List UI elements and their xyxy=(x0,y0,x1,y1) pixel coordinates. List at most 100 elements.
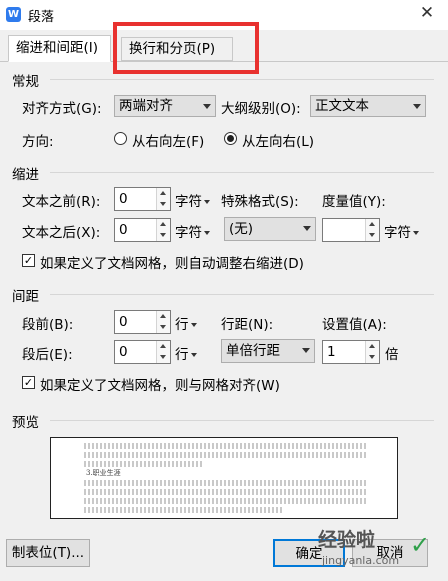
direction-label: 方向: xyxy=(22,134,54,150)
space-before-label: 段前(B): xyxy=(22,317,74,333)
unit-text: 行 xyxy=(175,347,189,363)
spacing-heading: 间距 xyxy=(12,289,39,305)
spinner-buttons[interactable] xyxy=(156,219,170,241)
arrow-down-icon[interactable] xyxy=(369,233,375,237)
general-divider xyxy=(50,79,434,80)
special-format-value: (无) xyxy=(229,221,254,237)
arrow-up-icon[interactable] xyxy=(369,344,375,348)
special-format-label: 特殊格式(S): xyxy=(221,194,299,210)
arrow-down-icon[interactable] xyxy=(160,202,166,206)
space-after-label: 段后(E): xyxy=(22,347,73,363)
outline-level-label: 大纲级别(O): xyxy=(221,101,301,117)
arrow-up-icon[interactable] xyxy=(160,344,166,348)
measure-spinner[interactable] xyxy=(322,218,380,242)
unit-text: 字符 xyxy=(175,225,202,241)
unit-text: 字符 xyxy=(384,225,411,241)
unit-text: 行 xyxy=(175,317,189,333)
chevron-down-icon xyxy=(302,348,310,353)
rtl-radio[interactable] xyxy=(114,132,127,145)
line-spacing-select[interactable]: 单倍行距 xyxy=(221,339,315,363)
chevron-down-icon xyxy=(413,104,421,109)
line-spacing-label: 行距(N): xyxy=(221,317,274,333)
arrow-up-icon[interactable] xyxy=(160,314,166,318)
spacing-grid-checkbox[interactable]: ✓ xyxy=(22,376,35,389)
outline-level-select[interactable]: 正文文本 xyxy=(310,95,426,117)
ltr-label[interactable]: 从左向右(L) xyxy=(242,130,314,150)
watermark-url: jingyanla.com xyxy=(322,554,400,567)
arrow-up-icon[interactable] xyxy=(160,222,166,226)
indent-grid-checkbox[interactable]: ✓ xyxy=(22,254,35,267)
preview-text-line xyxy=(84,489,366,495)
arrow-down-icon[interactable] xyxy=(160,233,166,237)
ltr-radio[interactable] xyxy=(224,132,237,145)
chevron-down-icon xyxy=(203,104,211,109)
preview-sample-heading: 3.职业生涯 xyxy=(86,469,121,477)
chevron-down-icon xyxy=(190,323,197,327)
preview-box: 3.职业生涯 xyxy=(50,437,398,519)
chevron-down-icon xyxy=(204,231,210,235)
window-title: 段落 xyxy=(28,10,55,25)
tabs-button[interactable]: 制表位(T)... xyxy=(6,539,90,567)
space-before-spinner[interactable]: 0 xyxy=(114,310,171,334)
alignment-label: 对齐方式(G): xyxy=(22,101,102,117)
arrow-down-icon[interactable] xyxy=(160,355,166,359)
watermark-text: 经验啦 xyxy=(318,529,376,551)
spinner-buttons[interactable] xyxy=(156,188,170,210)
indent-before-label: 文本之前(R): xyxy=(22,194,101,210)
setting-value-text: 1 xyxy=(327,344,336,360)
arrow-down-icon[interactable] xyxy=(160,325,166,329)
arrow-down-icon[interactable] xyxy=(369,355,375,359)
line-spacing-value: 单倍行距 xyxy=(226,343,280,359)
arrow-up-icon[interactable] xyxy=(160,191,166,195)
preview-text-line xyxy=(84,452,366,458)
checkmark-icon: ✓ xyxy=(410,531,431,559)
preview-text-line xyxy=(84,443,366,449)
space-after-value: 0 xyxy=(119,344,128,360)
preview-text-line xyxy=(84,461,204,467)
indent-grid-label[interactable]: 如果定义了文档网格，则自动调整右缩进(D) xyxy=(40,252,304,272)
space-after-spinner[interactable]: 0 xyxy=(114,340,171,364)
space-after-unit[interactable]: 行 xyxy=(175,343,197,363)
space-before-unit[interactable]: 行 xyxy=(175,313,197,333)
spinner-buttons[interactable] xyxy=(365,219,379,241)
chevron-down-icon xyxy=(413,231,419,235)
indent-after-unit[interactable]: 字符 xyxy=(175,221,210,241)
spinner-buttons[interactable] xyxy=(156,311,170,333)
preview-text-line xyxy=(84,498,366,504)
outline-level-value: 正文文本 xyxy=(315,98,369,114)
wps-app-icon: W xyxy=(6,7,21,22)
unit-text: 字符 xyxy=(175,194,202,210)
spacing-divider xyxy=(50,294,434,295)
indent-before-spinner[interactable]: 0 xyxy=(114,187,171,211)
spinner-buttons[interactable] xyxy=(156,341,170,363)
chevron-down-icon xyxy=(303,226,311,231)
arrow-up-icon[interactable] xyxy=(369,222,375,226)
alignment-select[interactable]: 两端对齐 xyxy=(114,95,216,117)
indent-before-unit[interactable]: 字符 xyxy=(175,190,210,210)
spacing-grid-label[interactable]: 如果定义了文档网格，则与网格对齐(W) xyxy=(40,374,280,394)
preview-heading: 预览 xyxy=(12,415,39,431)
indent-heading: 缩进 xyxy=(12,167,39,183)
highlight-box xyxy=(113,22,259,74)
preview-text-line xyxy=(84,480,366,486)
rtl-label[interactable]: 从右向左(F) xyxy=(132,130,204,150)
special-format-select[interactable]: (无) xyxy=(224,217,316,241)
indent-before-value: 0 xyxy=(119,191,128,207)
measure-unit[interactable]: 字符 xyxy=(384,221,419,241)
indent-after-value: 0 xyxy=(119,222,128,238)
chevron-down-icon xyxy=(204,200,210,204)
measure-label: 度量值(Y): xyxy=(322,194,386,210)
spinner-buttons[interactable] xyxy=(365,341,379,363)
indent-after-spinner[interactable]: 0 xyxy=(114,218,171,242)
setting-value-unit: 倍 xyxy=(385,347,399,363)
preview-text-line xyxy=(84,507,284,513)
chevron-down-icon xyxy=(190,353,197,357)
alignment-value: 两端对齐 xyxy=(119,98,173,114)
space-before-value: 0 xyxy=(119,314,128,330)
close-icon[interactable]: ✕ xyxy=(414,3,440,23)
preview-divider xyxy=(50,420,434,421)
general-heading: 常规 xyxy=(12,74,39,90)
tab-indent-spacing[interactable]: 缩进和间距(I) xyxy=(8,35,111,62)
indent-divider xyxy=(50,172,434,173)
setting-value-spinner[interactable]: 1 xyxy=(322,340,380,364)
